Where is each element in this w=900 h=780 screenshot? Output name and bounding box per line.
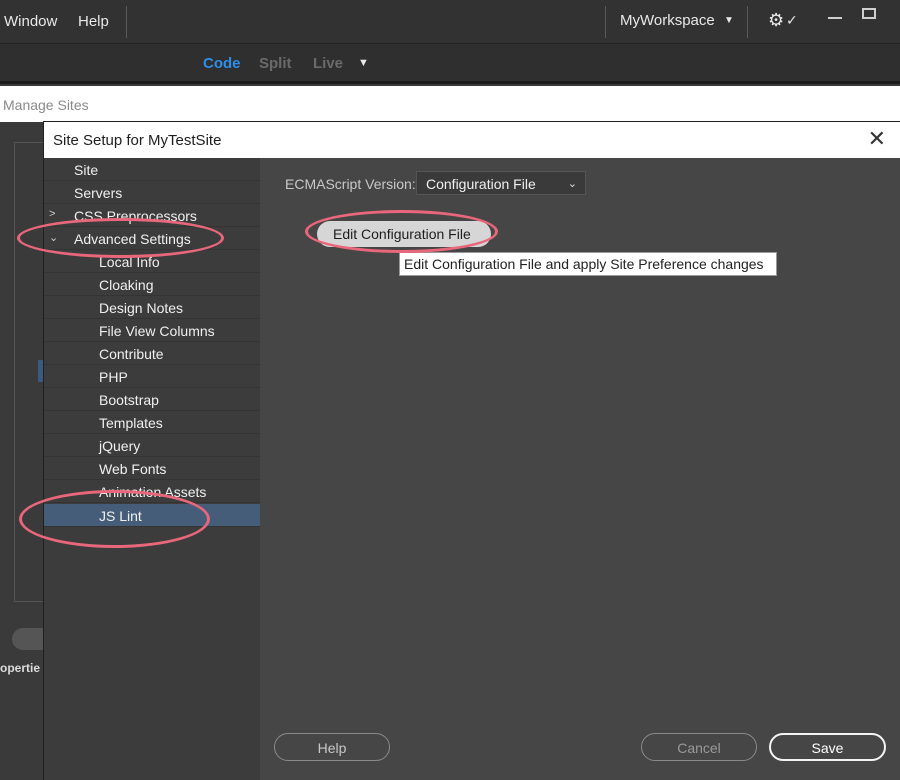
nav-item-label: Templates <box>99 415 163 431</box>
tab-split[interactable]: Split <box>259 55 292 72</box>
nav-item-label: File View Columns <box>99 323 215 339</box>
help-button[interactable]: Help <box>274 733 390 761</box>
tooltip: Edit Configuration File and apply Site P… <box>399 252 777 276</box>
nav-item-cloaking[interactable]: Cloaking <box>44 273 260 296</box>
ecma-version-value: Configuration File <box>426 176 536 192</box>
tab-live[interactable]: Live <box>313 55 343 72</box>
nav-item-templates[interactable]: Templates <box>44 411 260 434</box>
properties-label: opertie <box>0 661 41 675</box>
nav-item-label: Design Notes <box>99 300 184 316</box>
menubar: Window Help MyWorkspace ▼ ⚙ ✓ <box>0 0 900 44</box>
nav-item-label: jQuery <box>99 438 141 454</box>
nav-item-design-notes[interactable]: Design Notes <box>44 296 260 319</box>
nav-item-file-view-columns[interactable]: File View Columns <box>44 319 260 342</box>
nav-item-web-fonts[interactable]: Web Fonts <box>44 457 260 480</box>
ecma-version-select[interactable]: Configuration File ⌄ <box>416 171 586 195</box>
caret-down-icon[interactable]: ▼ <box>358 57 369 69</box>
manage-sites-header: Manage Sites <box>0 86 900 122</box>
close-icon[interactable]: ✕ <box>868 128 886 150</box>
ecma-version-label: ECMAScript Version: <box>285 176 416 192</box>
maximize-icon[interactable] <box>862 8 876 19</box>
manage-sites-title: Manage Sites <box>3 97 89 113</box>
check-icon: ✓ <box>786 12 798 28</box>
minimize-icon[interactable] <box>828 17 842 19</box>
menu-help[interactable]: Help <box>78 13 109 30</box>
nav-item-label: Servers <box>74 185 123 201</box>
nav-item-php[interactable]: PHP <box>44 365 260 388</box>
nav-item-label: Cloaking <box>99 277 154 293</box>
nav-item-contribute[interactable]: Contribute <box>44 342 260 365</box>
menu-divider <box>126 6 127 38</box>
tab-code[interactable]: Code <box>203 55 241 72</box>
cancel-button[interactable]: Cancel <box>641 733 757 761</box>
js-lint-panel: ECMAScript Version: Configuration File ⌄… <box>260 158 900 780</box>
annotation-ring-edit-config <box>305 210 498 253</box>
view-switcher-bar: Code Split Live ▼ <box>0 44 900 84</box>
nav-item-label: Site <box>74 162 99 178</box>
menu-window[interactable]: Window <box>4 13 57 30</box>
nav-item-bootstrap[interactable]: Bootstrap <box>44 388 260 411</box>
help-button-label: Help <box>317 740 347 756</box>
annotation-ring-advanced-settings <box>17 218 224 258</box>
gear-icon[interactable]: ⚙ <box>768 10 784 31</box>
chevron-down-icon[interactable]: ▼ <box>724 15 734 26</box>
menu-divider <box>747 6 748 38</box>
chevron-down-icon: ⌄ <box>567 178 577 190</box>
nav-item-site[interactable]: Site <box>44 158 260 181</box>
cancel-button-label: Cancel <box>677 740 721 756</box>
nav-item-label: Web Fonts <box>99 461 167 477</box>
nav-item-label: Bootstrap <box>99 392 159 408</box>
annotation-ring-js-lint <box>19 490 210 548</box>
menu-divider <box>605 6 606 38</box>
nav-item-jquery[interactable]: jQuery <box>44 434 260 457</box>
nav-item-servers[interactable]: Servers <box>44 181 260 204</box>
save-button-label: Save <box>811 740 844 756</box>
chevron-right-icon[interactable]: > <box>49 208 55 220</box>
save-button[interactable]: Save <box>769 733 886 761</box>
workspace-switcher[interactable]: MyWorkspace <box>620 12 715 29</box>
dialog-title: Site Setup for MyTestSite <box>53 132 222 149</box>
tooltip-text: Edit Configuration File and apply Site P… <box>404 256 764 272</box>
nav-item-label: Contribute <box>99 346 164 362</box>
nav-item-label: PHP <box>99 369 128 385</box>
dialog-header: Site Setup for MyTestSite ✕ <box>44 122 900 158</box>
